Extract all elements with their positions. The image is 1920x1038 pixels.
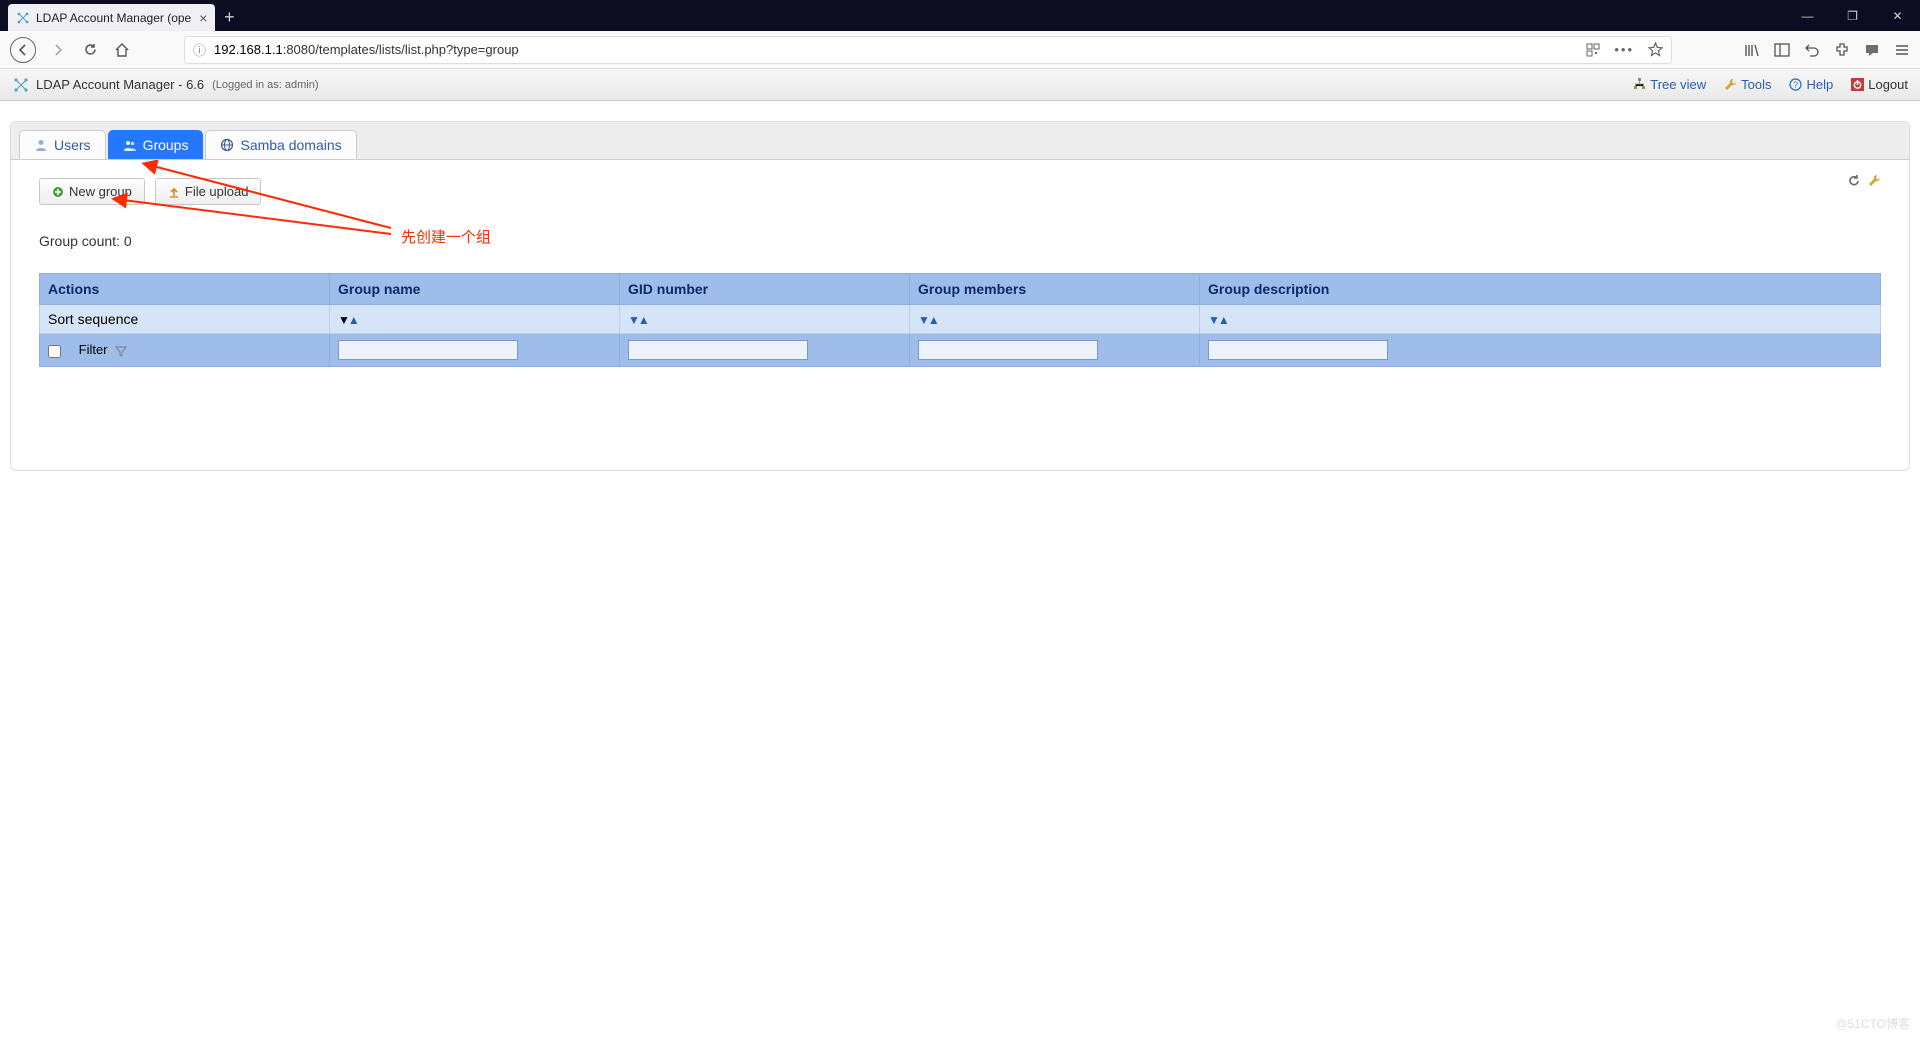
tools-link[interactable]: Tools [1724, 77, 1771, 92]
globe-icon [220, 138, 234, 152]
qr-icon[interactable] [1586, 43, 1600, 57]
undo-icon[interactable] [1804, 42, 1820, 58]
tree-view-link[interactable]: Tree view [1633, 77, 1706, 92]
th-description[interactable]: Group description [1200, 274, 1881, 305]
filter-members-input[interactable] [918, 340, 1098, 360]
filter-group-name-input[interactable] [338, 340, 518, 360]
help-link[interactable]: ?Help [1789, 77, 1833, 92]
address-bar[interactable]: ⓘ 192.168.1.1:8080/templates/lists/list.… [184, 36, 1672, 64]
browser-tab[interactable]: LDAP Account Manager (ope × [8, 4, 215, 31]
upload-icon [168, 186, 180, 198]
tree-icon [1633, 78, 1646, 91]
bookmark-star-icon[interactable] [1648, 42, 1663, 57]
browser-tab-strip: LDAP Account Manager (ope × + — ❐ ✕ [0, 0, 1920, 31]
filter-gid-input[interactable] [628, 340, 808, 360]
window-controls: — ❐ ✕ [1785, 0, 1920, 31]
th-actions[interactable]: Actions [40, 274, 330, 305]
filter-icon[interactable] [115, 345, 127, 357]
filter-description-input[interactable] [1208, 340, 1388, 360]
tab-samba[interactable]: Samba domains [205, 130, 356, 159]
card-body: New group File upload 先创建一个组 Group count… [11, 160, 1909, 470]
sort-members[interactable]: ▼▲ [918, 313, 938, 327]
sort-row: Sort sequence ▼▲ ▼▲ ▼▲ ▼▲ [40, 305, 1881, 334]
favicon [16, 11, 30, 25]
th-group-name[interactable]: Group name [330, 274, 620, 305]
logout-icon [1851, 78, 1864, 91]
home-button[interactable] [112, 40, 132, 60]
back-button[interactable] [10, 37, 36, 63]
entity-tabs: Users Groups Samba domains [11, 122, 1909, 160]
browser-toolbar: ⓘ 192.168.1.1:8080/templates/lists/list.… [0, 31, 1920, 69]
tab-groups[interactable]: Groups [108, 130, 204, 159]
new-group-button[interactable]: New group [39, 178, 145, 205]
select-all-checkbox[interactable] [48, 345, 61, 358]
help-icon: ? [1789, 78, 1802, 91]
groups-table: Actions Group name GID number Group memb… [39, 273, 1881, 367]
file-upload-button[interactable]: File upload [155, 178, 262, 205]
app-title: LDAP Account Manager - 6.6 [36, 77, 204, 92]
sort-group-name[interactable]: ▼▲ [338, 313, 358, 327]
library-icon[interactable] [1744, 42, 1760, 58]
group-icon [123, 138, 137, 152]
sort-description[interactable]: ▼▲ [1208, 313, 1228, 327]
new-tab-button[interactable]: + [215, 4, 243, 31]
logged-in-label: (Logged in as: admin) [212, 79, 318, 91]
filter-row: Filter [40, 334, 1881, 367]
wrench-icon [1724, 78, 1737, 91]
close-window-button[interactable]: ✕ [1875, 0, 1920, 31]
content-card: Users Groups Samba domains New group Fil… [10, 121, 1910, 471]
tab-title: LDAP Account Manager (ope [36, 11, 191, 25]
th-members[interactable]: Group members [910, 274, 1200, 305]
group-count-label: Group count: 0 [39, 233, 1881, 249]
forward-button[interactable] [48, 40, 68, 60]
watermark: @51CTO博客 [1835, 1015, 1910, 1032]
logout-link[interactable]: Logout [1851, 77, 1908, 92]
app-logo-icon [12, 76, 30, 94]
tab-users[interactable]: Users [19, 130, 106, 159]
app-header: LDAP Account Manager - 6.6 (Logged in as… [0, 69, 1920, 101]
sort-gid[interactable]: ▼▲ [628, 313, 648, 327]
minimize-button[interactable]: — [1785, 0, 1830, 31]
refresh-icon[interactable] [1847, 174, 1861, 188]
url-text: 192.168.1.1:8080/templates/lists/list.ph… [214, 42, 519, 57]
plus-icon [52, 186, 64, 198]
chat-icon[interactable] [1864, 42, 1880, 58]
addon-icon[interactable] [1834, 42, 1850, 58]
close-tab-icon[interactable]: × [191, 10, 207, 26]
reload-button[interactable] [80, 40, 100, 60]
annotation-text: 先创建一个组 [401, 226, 491, 247]
user-icon [34, 138, 48, 152]
settings-wrench-icon[interactable] [1867, 174, 1881, 188]
maximize-button[interactable]: ❐ [1830, 0, 1875, 31]
th-gid[interactable]: GID number [620, 274, 910, 305]
info-icon[interactable]: ⓘ [193, 40, 206, 59]
page-actions-icon[interactable]: ••• [1614, 42, 1634, 57]
sidebar-icon[interactable] [1774, 42, 1790, 58]
svg-text:?: ? [1793, 80, 1798, 90]
filter-label: Filter [79, 342, 108, 357]
menu-icon[interactable] [1894, 42, 1910, 58]
sort-label: Sort sequence [40, 305, 330, 334]
